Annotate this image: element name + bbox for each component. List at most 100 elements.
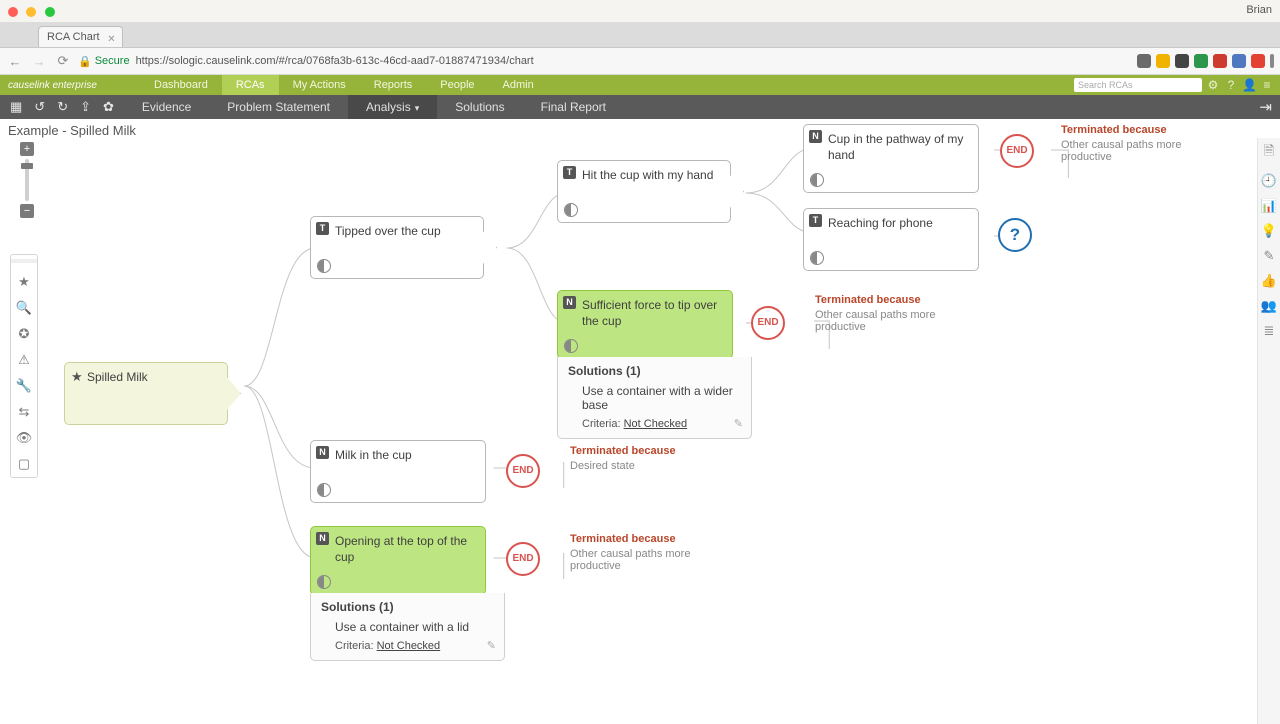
star-icon: ★ xyxy=(71,369,83,385)
chart-canvas[interactable]: + − ★ 🔍 ✪ ⚠ 🔧 ⇆ 👁 ▢ 🗎 🕘 📊 💡 ✎ 👍 👥 ≣ ★ Sp… xyxy=(0,138,1280,720)
ext-icon[interactable] xyxy=(1137,54,1151,68)
node-type-tag: T xyxy=(563,166,576,179)
tab-evidence[interactable]: Evidence xyxy=(124,95,209,119)
forward-button[interactable]: → xyxy=(30,54,48,69)
criteria-value[interactable]: Not Checked xyxy=(624,418,688,430)
zoom-track[interactable] xyxy=(25,159,29,201)
evidence-indicator-icon xyxy=(810,251,824,265)
zoom-handle[interactable] xyxy=(21,163,33,169)
settings-icon[interactable]: ✿ xyxy=(103,99,114,115)
end-marker[interactable]: END xyxy=(1000,134,1034,168)
browser-address-bar: ← → ⟳ 🔒 Secure https://sologic.causelink… xyxy=(0,48,1280,75)
node-milk[interactable]: N Milk in the cup xyxy=(310,440,486,503)
nav-reports[interactable]: Reports xyxy=(360,75,427,95)
search-input[interactable]: Search RCAs xyxy=(1074,78,1202,92)
evidence-indicator-icon xyxy=(564,203,578,217)
close-tab-icon[interactable]: ✕ xyxy=(107,30,115,50)
evidence-indicator-icon xyxy=(317,259,331,273)
end-marker[interactable]: END xyxy=(506,542,540,576)
add-tool-icon[interactable]: ✪ xyxy=(15,325,33,343)
search-tool-icon[interactable]: 🔍 xyxy=(15,299,33,317)
tab-analysis[interactable]: Analysis▾ xyxy=(348,95,437,119)
warning-tool-icon[interactable]: ⚠ xyxy=(15,351,33,369)
end-marker[interactable]: END xyxy=(506,454,540,488)
bulb-icon[interactable]: 💡 xyxy=(1261,223,1277,239)
eye-tool-icon[interactable]: 👁 xyxy=(15,429,33,447)
nav-dashboard[interactable]: Dashboard xyxy=(140,75,222,95)
solution-criteria: Criteria: Not Checked xyxy=(335,640,494,652)
question-marker[interactable]: ? xyxy=(998,218,1032,252)
node-force[interactable]: N Sufficient force to tip over the cup xyxy=(557,290,733,359)
node-reaching[interactable]: T Reaching for phone xyxy=(803,208,979,271)
group-icon[interactable]: 👥 xyxy=(1261,298,1277,314)
chart-icon[interactable]: 📊 xyxy=(1261,198,1277,214)
nav-admin[interactable]: Admin xyxy=(489,75,548,95)
reload-button[interactable]: ⟳ xyxy=(54,53,72,69)
back-button[interactable]: ← xyxy=(6,54,24,69)
gear-icon[interactable]: ⚙ xyxy=(1206,78,1220,92)
share-icon[interactable]: ⇪ xyxy=(80,99,91,115)
palette-grip[interactable] xyxy=(11,259,37,263)
end-marker[interactable]: END xyxy=(751,306,785,340)
ext-icon[interactable] xyxy=(1175,54,1189,68)
solution-panel-force[interactable]: Solutions (1) Use a container with a wid… xyxy=(557,357,752,439)
ext-icon[interactable] xyxy=(1213,54,1227,68)
close-window-icon[interactable] xyxy=(8,7,18,17)
termination-body: Desired state xyxy=(570,460,740,472)
tab-solutions[interactable]: Solutions xyxy=(437,95,522,119)
node-label: Tipped over the cup xyxy=(335,224,475,240)
node-pathway[interactable]: N Cup in the pathway of my hand xyxy=(803,124,979,193)
browser-menu-icon[interactable] xyxy=(1270,54,1274,68)
ext-icon[interactable] xyxy=(1232,54,1246,68)
star-tool-icon[interactable]: ★ xyxy=(15,273,33,291)
thumb-icon[interactable]: 👍 xyxy=(1261,273,1277,289)
clock-icon[interactable]: 🕘 xyxy=(1261,173,1277,189)
ext-icon[interactable] xyxy=(1251,54,1265,68)
node-opening[interactable]: N Opening at the top of the cup xyxy=(310,526,486,595)
minimize-window-icon[interactable] xyxy=(26,7,36,17)
wrench-tool-icon[interactable]: 🔧 xyxy=(15,377,33,395)
tab-final-report[interactable]: Final Report xyxy=(523,95,624,119)
url-field[interactable]: https://sologic.causelink.com/#/rca/0768… xyxy=(136,55,1131,67)
menu-icon[interactable]: ≡ xyxy=(1260,78,1274,92)
nav-rcas[interactable]: RCAs xyxy=(222,75,279,95)
tab-problem-statement[interactable]: Problem Statement xyxy=(209,95,348,119)
app-bar: causelink enterprise Dashboard RCAs My A… xyxy=(0,75,1280,95)
edit-icon[interactable]: ✎ xyxy=(1264,248,1275,264)
secure-label: Secure xyxy=(95,55,130,67)
node-hit[interactable]: T Hit the cup with my hand xyxy=(557,160,731,223)
toolbar-tabs: Evidence Problem Statement Analysis▾ Sol… xyxy=(124,95,624,119)
help-icon[interactable]: ? xyxy=(1224,78,1238,92)
collapse-right-icon[interactable]: ⇥ xyxy=(1259,98,1280,116)
nav-my-actions[interactable]: My Actions xyxy=(279,75,360,95)
grid-icon[interactable]: ▦ xyxy=(10,99,22,115)
app-bar-icons: ⚙ ? 👤 ≡ xyxy=(1206,78,1280,92)
ext-icon[interactable] xyxy=(1194,54,1208,68)
edit-pencil-icon[interactable]: ✎ xyxy=(487,639,496,652)
slider-tool-icon[interactable]: ⇆ xyxy=(15,403,33,421)
edit-pencil-icon[interactable]: ✎ xyxy=(734,417,743,430)
user-icon[interactable]: 👤 xyxy=(1242,78,1256,92)
zoom-out-button[interactable]: − xyxy=(20,204,34,218)
nav-people[interactable]: People xyxy=(426,75,488,95)
node-tipped[interactable]: T Tipped over the cup xyxy=(310,216,484,279)
termination-body: Other causal paths more productive xyxy=(815,309,985,333)
solution-panel-opening[interactable]: Solutions (1) Use a container with a lid… xyxy=(310,593,505,661)
evidence-indicator-icon xyxy=(317,575,331,589)
list-icon[interactable]: ≣ xyxy=(1264,323,1275,339)
undo-icon[interactable]: ↺ xyxy=(34,99,45,115)
edit-tool-icon[interactable]: ▢ xyxy=(15,455,33,473)
zoom-in-button[interactable]: + xyxy=(20,142,34,156)
browser-tab-strip: RCA Chart ✕ xyxy=(0,23,1280,48)
node-label: Spilled Milk xyxy=(87,370,219,386)
window-controls[interactable] xyxy=(8,6,60,20)
redo-icon[interactable]: ↻ xyxy=(57,99,68,115)
zoom-control[interactable]: + − xyxy=(20,142,34,218)
browser-tab[interactable]: RCA Chart ✕ xyxy=(38,26,123,47)
node-root[interactable]: ★ Spilled Milk xyxy=(64,362,228,425)
termination-note: Terminated because Other causal paths mo… xyxy=(1061,124,1231,163)
ext-icon[interactable] xyxy=(1156,54,1170,68)
criteria-value[interactable]: Not Checked xyxy=(377,640,441,652)
notes-icon[interactable]: 🗎 xyxy=(1264,142,1274,164)
maximize-window-icon[interactable] xyxy=(45,7,55,17)
